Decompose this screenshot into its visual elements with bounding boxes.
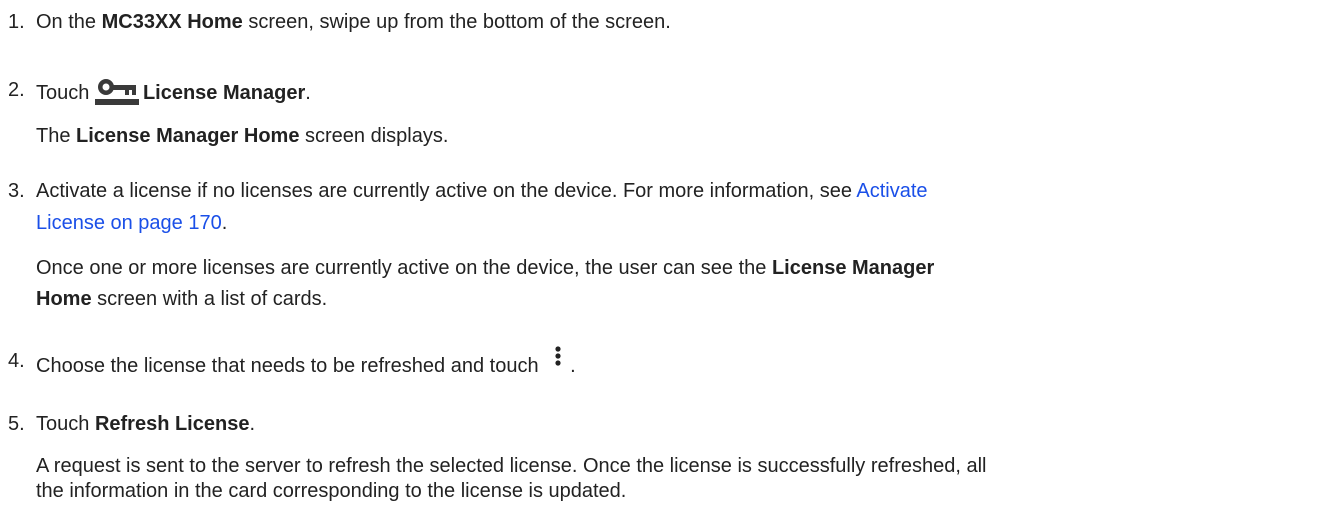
step-5-result-line2: the information in the card correspondin… [36, 479, 1298, 504]
result-line-2: the information in the card correspondin… [36, 480, 627, 502]
step-text-pre: Touch [36, 413, 95, 435]
step-text-body: Choose the license that needs to be refr… [36, 355, 545, 377]
step-text-post: . [221, 212, 228, 234]
step-text: Touch License Manager. [36, 75, 1300, 108]
step-text: Choose the license that needs to be refr… [36, 346, 1300, 381]
step-text-post: screen, swipe up from the bottom of the … [242, 11, 671, 33]
step-number: 3. [8, 180, 25, 202]
menu-option-name: Refresh License [94, 413, 250, 435]
app-name: License Manager [142, 82, 306, 104]
step-text-post: . [570, 355, 576, 377]
step-text: Activate a license if no licenses are cu… [36, 176, 1300, 206]
step-text-pre: On the [36, 11, 102, 33]
screen-name: License Manager Home [76, 125, 300, 147]
more-options-icon [555, 346, 561, 366]
step-number: 2. [8, 79, 25, 101]
step-text-body: Activate a license if no licenses are cu… [36, 180, 857, 202]
result-post: screen with a list of cards. [91, 288, 328, 310]
result-post: screen displays. [299, 125, 449, 147]
license-manager-app-icon [94, 75, 139, 105]
step-text-post: . [305, 82, 311, 104]
step-number: 4. [8, 350, 25, 372]
step-2-result: The License Manager Home screen displays… [36, 121, 1298, 151]
step-text: On the MC33XX Home screen, swipe up from… [36, 7, 1300, 37]
result-line-1: A request is sent to the server to refre… [36, 455, 987, 477]
screen-name-continued: Home [36, 288, 92, 310]
screen-name: MC33XX Home [101, 11, 243, 33]
step-5-result: A request is sent to the server to refre… [36, 454, 1298, 479]
step-text-pre: Touch [36, 82, 95, 104]
activate-license-link[interactable]: Activate [856, 180, 927, 202]
step-3-result-line2: Home screen with a list of cards. [36, 284, 1298, 314]
step-number: 5. [8, 413, 25, 435]
step-3-text-line2: License on page 170. [36, 208, 1298, 238]
result-pre: Once one or more licenses are currently … [36, 257, 772, 279]
activate-license-link-continued[interactable]: License on page 170 [36, 212, 222, 234]
step-3-result: Once one or more licenses are currently … [36, 253, 1298, 283]
step-number: 1. [8, 11, 25, 33]
step-text: Touch Refresh License. [36, 409, 1300, 439]
screen-name: License Manager [771, 257, 935, 279]
result-pre: The [36, 125, 77, 147]
step-text-post: . [249, 413, 256, 435]
